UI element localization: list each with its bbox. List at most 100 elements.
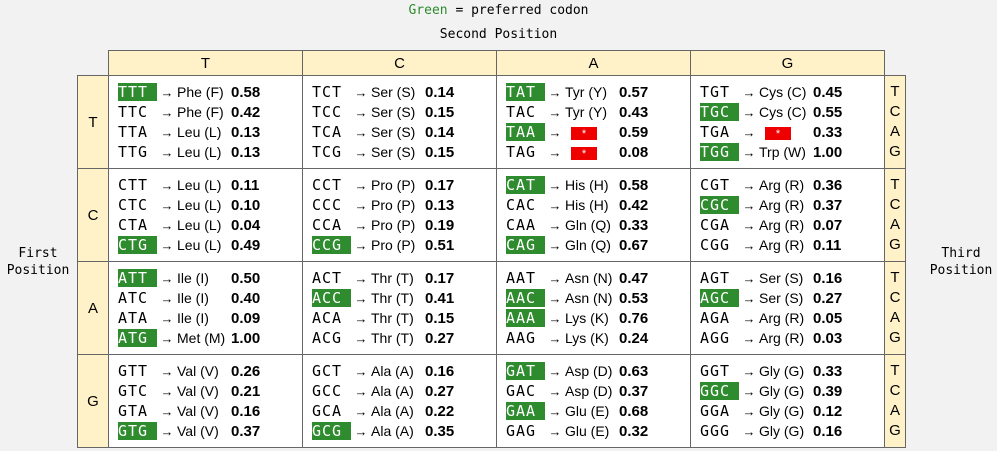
arrow-icon: →	[160, 217, 174, 233]
amino-acid: Ala (A)	[371, 423, 414, 439]
amino-acid: Asn (N)	[565, 270, 613, 286]
arrow-icon: →	[354, 217, 368, 233]
frequency: 0.24	[619, 329, 649, 347]
codon: CGT	[700, 176, 731, 194]
amino-acid: Ala (A)	[371, 383, 414, 399]
codon: ACT	[312, 269, 343, 287]
codon: CGG	[700, 236, 731, 254]
stop-codon-wrapper: *	[759, 124, 813, 141]
arrow-icon: →	[160, 363, 174, 379]
row-header: A	[77, 261, 109, 355]
codon: GGT	[700, 362, 731, 380]
arrow-icon: →	[354, 84, 368, 100]
codon-cell: CAT → His (H) 0.58 CAC → His (H) 0.42 CAA → Gln (Q…	[496, 168, 691, 262]
codon-entry: TTT → Phe (F) 0.58	[109, 82, 302, 102]
preferred-codon: CGC	[700, 196, 739, 214]
amino-acid: Pro (P)	[371, 237, 416, 253]
frequency: 0.49	[231, 236, 261, 254]
amino-acid: Ala (A)	[371, 403, 414, 419]
frequency: 0.22	[425, 402, 455, 420]
third-position-label: Third Position	[929, 246, 993, 278]
arrow-icon: →	[742, 290, 756, 306]
amino-acid: Gly (G)	[759, 423, 805, 439]
codon-entry: CAT → His (H) 0.58	[497, 175, 690, 195]
frequency: 0.35	[425, 422, 455, 440]
preferred-codon: TAA	[506, 123, 545, 141]
codon-entry: GGT → Gly (G) 0.33	[691, 361, 884, 381]
arrow-icon: →	[742, 363, 756, 379]
third-position-letters: TCAG	[884, 261, 906, 355]
preferred-codon: GGC	[700, 382, 739, 400]
codon-entry: GCT → Ala (A) 0.16	[303, 361, 496, 381]
codon-entry: GAG → Glu (E) 0.32	[497, 421, 690, 441]
amino-acid: Arg (R)	[759, 310, 805, 326]
frequency: 0.68	[619, 402, 649, 420]
amino-acid: Arg (R)	[759, 237, 805, 253]
codon-entry: TGC → Cys (C) 0.55	[691, 102, 884, 122]
frequency: 0.43	[619, 103, 649, 121]
frequency: 1.00	[231, 329, 261, 347]
codon: TGA	[700, 123, 731, 141]
amino-acid: Arg (R)	[759, 330, 805, 346]
table-row: A ATT → Ile (I) 0.50 ATC → Ile (I) 0.40 ATA → Ile (…	[77, 261, 906, 355]
codon-entry: GAC → Asp (D) 0.37	[497, 381, 690, 401]
codon-entry: ATA → Ile (I) 0.09	[109, 308, 302, 328]
arrow-icon: →	[742, 197, 756, 213]
arrow-icon: →	[742, 237, 756, 253]
codon-entry: ACA → Thr (T) 0.15	[303, 308, 496, 328]
codon-entry: AAT → Asn (N) 0.47	[497, 268, 690, 288]
amino-acid: Gly (G)	[759, 383, 805, 399]
amino-acid: Ser (S)	[371, 104, 416, 120]
amino-acid: Met (M)	[177, 330, 226, 346]
amino-acid: Lys (K)	[565, 310, 609, 326]
codon-entry: CAG → Gln (Q) 0.67	[497, 235, 690, 255]
codon-entry: TCG → Ser (S) 0.15	[303, 142, 496, 162]
arrow-icon: →	[354, 144, 368, 160]
codon: ATC	[118, 289, 149, 307]
frequency: 1.00	[813, 143, 843, 161]
frequency: 0.14	[425, 83, 455, 101]
codon-entry: GGG → Gly (G) 0.16	[691, 421, 884, 441]
arrow-icon: →	[160, 423, 174, 439]
amino-acid: Leu (L)	[177, 237, 222, 253]
amino-acid: Gly (G)	[759, 363, 805, 379]
amino-acid: Arg (R)	[759, 197, 805, 213]
corner	[885, 51, 906, 76]
legend-green-word: Green	[408, 3, 448, 18]
arrow-icon: →	[548, 124, 562, 140]
amino-acid: Tyr (Y)	[565, 84, 607, 100]
row-header: G	[77, 354, 109, 448]
codon: CTA	[118, 216, 149, 234]
third-position-letter: T	[890, 83, 900, 100]
preferred-codon: TAT	[506, 83, 545, 101]
codon-entry: ACT → Thr (T) 0.17	[303, 268, 496, 288]
codon: GCA	[312, 402, 343, 420]
third-position-letter: T	[890, 176, 900, 193]
arrow-icon: →	[548, 403, 562, 419]
frequency: 0.11	[813, 236, 842, 254]
frequency: 0.26	[231, 362, 261, 380]
frequency: 0.10	[231, 196, 261, 214]
codon-entry: GTA → Val (V) 0.16	[109, 401, 302, 421]
preferred-codon: ATG	[118, 329, 157, 347]
codon: CCC	[312, 196, 343, 214]
amino-acid: Arg (R)	[759, 217, 805, 233]
codon-entry: TCT → Ser (S) 0.14	[303, 82, 496, 102]
arrow-icon: →	[548, 290, 562, 306]
codon-entry: CTA → Leu (L) 0.04	[109, 215, 302, 235]
third-position-letter: T	[890, 269, 900, 286]
amino-acid: Cys (C)	[759, 104, 807, 120]
frequency: 0.03	[813, 329, 843, 347]
codon: GAC	[506, 382, 537, 400]
frequency: 0.63	[619, 362, 649, 380]
column-header-row: T C A G	[78, 50, 906, 76]
codon-entry: TAT → Tyr (Y) 0.57	[497, 82, 690, 102]
codon-entry: CCG → Pro (P) 0.51	[303, 235, 496, 255]
frequency: 0.14	[425, 123, 455, 141]
third-position-letter: A	[889, 402, 900, 419]
amino-acid: Cys (C)	[759, 84, 807, 100]
codon-entry: CGG → Arg (R) 0.11	[691, 235, 884, 255]
frequency: 0.16	[813, 269, 843, 287]
codon: GCT	[312, 362, 343, 380]
preferred-codon: TGC	[700, 103, 739, 121]
